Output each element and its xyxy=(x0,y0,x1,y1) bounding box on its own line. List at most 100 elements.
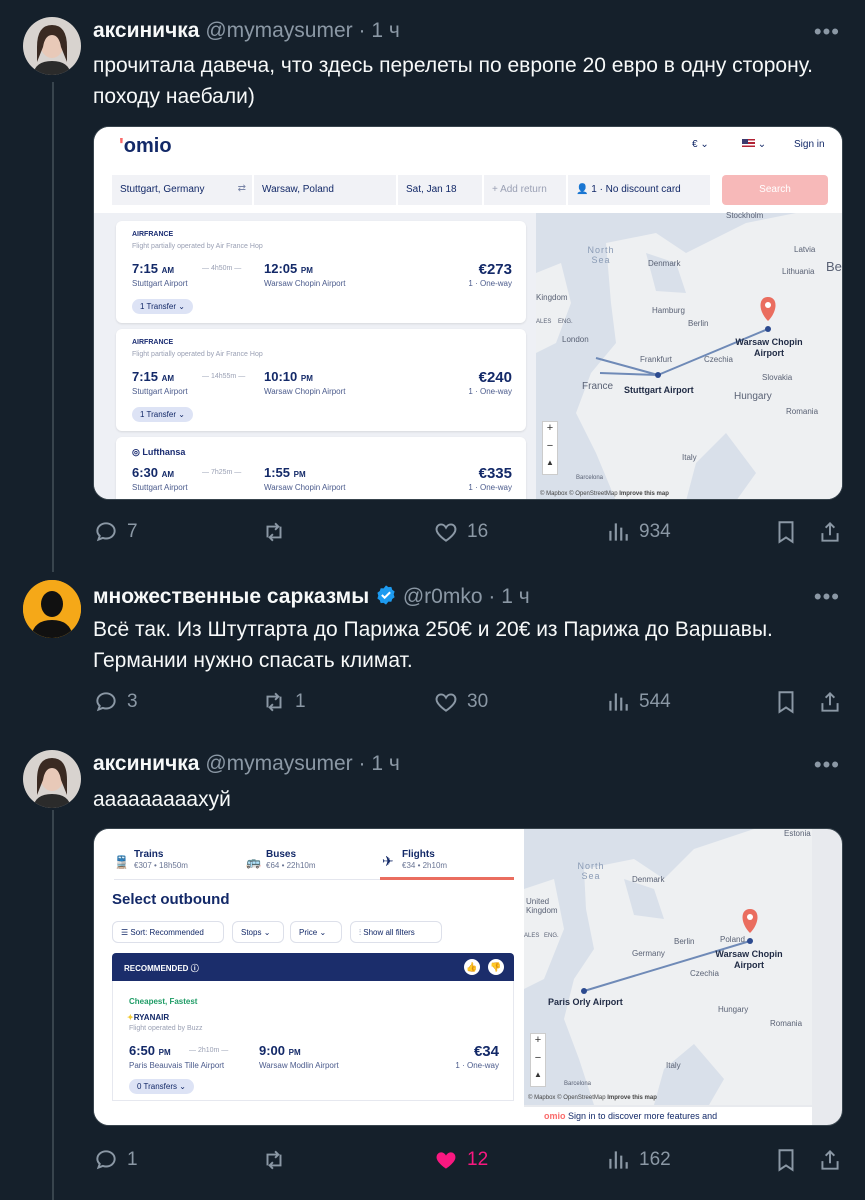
return-field[interactable]: + Add return xyxy=(484,175,566,205)
retweet-button[interactable]: 1 xyxy=(261,689,306,715)
signin-link[interactable]: Sign in xyxy=(794,139,825,150)
thumbs-up-icon[interactable]: 👍 xyxy=(464,959,480,975)
map-label: Romania xyxy=(770,1019,803,1028)
sort-icon: ☰ xyxy=(121,928,129,937)
tweet-2[interactable]: множественные сарказмы @r0mko · 1 ч ••• … xyxy=(0,572,865,742)
improve-map-link[interactable]: Improve this map xyxy=(607,1095,657,1101)
route-map[interactable]: Estonia North Sea Denmark United Kingdom… xyxy=(524,829,812,1105)
tweet-text: Всё так. Из Штутгарта до Парижа 250€ и 2… xyxy=(93,618,773,672)
timestamp[interactable]: 1 ч xyxy=(371,752,399,775)
route-map[interactable]: Stockholm North Sea Denmark Latvia Lithu… xyxy=(536,211,842,499)
timestamp[interactable]: 1 ч xyxy=(501,585,529,608)
zoom-out-button[interactable]: − xyxy=(531,1052,545,1070)
bookmark-button[interactable] xyxy=(773,1147,799,1173)
map-label: Hungary xyxy=(734,391,772,402)
chevron-down-icon: ⌄ xyxy=(178,410,185,419)
omio-logo[interactable]: 'omio xyxy=(119,135,172,158)
zoom-in-button[interactable]: + xyxy=(543,422,557,440)
reply-button[interactable]: 3 xyxy=(93,689,138,715)
avatar[interactable] xyxy=(23,580,81,638)
result-card[interactable]: AIRFRANCE Flight partially operated by A… xyxy=(116,221,526,323)
passenger-field[interactable]: 👤 1 · No discount card xyxy=(568,175,710,205)
media-screenshot-omio[interactable]: 🚆 Trains €307 • 18h50m 🚌 Buses €64 • 22h10m … xyxy=(93,828,843,1126)
tab-trains[interactable]: 🚆 Trains €307 • 18h50m xyxy=(114,849,188,871)
price-filter[interactable]: Price ⌄ xyxy=(290,921,342,943)
retweet-button[interactable] xyxy=(261,519,295,545)
signin-promo[interactable]: omio Sign in to discover more features a… xyxy=(524,1107,812,1125)
tweet-1[interactable]: аксиничка @mymaysumer · 1 ч ••• прочитал… xyxy=(0,0,865,570)
map-label: Romania xyxy=(786,407,819,416)
departure-time: 6:30 AM xyxy=(132,465,175,480)
like-button[interactable]: 12 xyxy=(433,1147,488,1173)
improve-map-link[interactable]: Improve this map xyxy=(619,491,669,497)
media-screenshot-omio[interactable]: 'omio € ⌄ ⌄ Sign in Stuttgart, Germany ⇄ … xyxy=(93,126,843,500)
thumbs-down-icon[interactable]: 👎 xyxy=(488,959,504,975)
tab-buses[interactable]: 🚌 Buses €64 • 22h10m xyxy=(246,849,316,871)
more-icon[interactable]: ••• xyxy=(814,19,840,45)
passenger-value: 1 · No discount card xyxy=(591,184,681,195)
views-icon xyxy=(609,693,628,711)
bookmark-button[interactable] xyxy=(773,519,799,545)
zoom-out-button[interactable]: − xyxy=(543,440,557,458)
handle[interactable]: @r0mko xyxy=(403,585,483,608)
currency-select[interactable]: € ⌄ xyxy=(692,139,709,150)
omio-search-bar: Stuttgart, Germany ⇄ Warsaw, Poland Sat, … xyxy=(94,171,842,213)
more-icon[interactable]: ••• xyxy=(814,584,840,610)
from-field[interactable]: Stuttgart, Germany ⇄ xyxy=(112,175,252,205)
departure-time: 6:50 PM xyxy=(129,1043,171,1058)
sort-filter[interactable]: ☰ Sort: Recommended xyxy=(112,921,224,943)
zoom-controls[interactable]: + − ▲ xyxy=(542,421,558,475)
avatar[interactable] xyxy=(23,17,81,75)
share-button[interactable] xyxy=(817,689,843,715)
result-card[interactable]: ◎ Lufthansa 6:30 AM — 7h25m — 1:55 PM St… xyxy=(116,437,526,499)
display-name[interactable]: аксиничка xyxy=(93,19,199,42)
share-button[interactable] xyxy=(817,1147,843,1173)
verified-badge-icon[interactable] xyxy=(375,584,397,612)
tab-flights[interactable]: ✈ Flights €34 • 2h10m xyxy=(382,849,447,871)
timestamp[interactable]: 1 ч xyxy=(371,19,399,42)
compass-icon[interactable]: ▲ xyxy=(531,1070,545,1088)
swap-icon[interactable]: ⇄ xyxy=(238,183,246,194)
result-card[interactable]: AIRFRANCE Flight partially operated by A… xyxy=(116,329,526,431)
date-field[interactable]: Sat, Jan 18 xyxy=(398,175,482,205)
share-button[interactable] xyxy=(817,519,843,545)
like-button[interactable]: 30 xyxy=(433,689,488,715)
search-button[interactable]: Search xyxy=(722,175,828,205)
map-label: Estonia xyxy=(784,829,811,838)
avatar[interactable] xyxy=(23,750,81,808)
views-button[interactable]: 162 xyxy=(605,1147,671,1173)
reply-count: 7 xyxy=(127,521,138,542)
map-label: Czechia xyxy=(704,355,733,364)
result-card[interactable]: Cheapest, Fastest ✦RYANAIR Flight operat… xyxy=(112,981,514,1101)
display-name[interactable]: аксиничка xyxy=(93,752,199,775)
zoom-in-button[interactable]: + xyxy=(531,1034,545,1052)
chevron-down-icon: ⌄ xyxy=(263,928,271,937)
info-icon[interactable]: ⓘ xyxy=(191,964,199,973)
transfer-chip[interactable]: 1 Transfer ⌄ xyxy=(132,299,193,314)
zoom-controls[interactable]: + − ▲ xyxy=(530,1033,546,1087)
duration: — 14h55m — xyxy=(202,373,246,380)
chevron-down-icon: ⌄ xyxy=(700,139,709,150)
to-field[interactable]: Warsaw, Poland xyxy=(254,175,396,205)
retweet-button[interactable] xyxy=(261,1147,295,1173)
language-select[interactable]: ⌄ xyxy=(742,139,766,150)
share-icon xyxy=(821,691,839,712)
reply-button[interactable]: 1 xyxy=(93,1147,138,1173)
transfer-chip[interactable]: 0 Transfers ⌄ xyxy=(129,1079,194,1094)
transfer-chip[interactable]: 1 Transfer ⌄ xyxy=(132,407,193,422)
tweet-3[interactable]: аксиничка @mymaysumer · 1 ч ••• аааааааа… xyxy=(0,742,865,1200)
bookmark-button[interactable] xyxy=(773,689,799,715)
more-icon[interactable]: ••• xyxy=(814,752,840,778)
handle[interactable]: @mymaysumer xyxy=(205,752,352,775)
views-button[interactable]: 544 xyxy=(605,689,671,715)
price: €273 xyxy=(478,261,512,278)
compass-icon[interactable]: ▲ xyxy=(543,458,557,476)
like-button[interactable]: 16 xyxy=(433,519,488,545)
next-result-card[interactable] xyxy=(112,1107,514,1125)
all-filters-button[interactable]: ⫶ Show all filters xyxy=(350,921,442,943)
views-button[interactable]: 934 xyxy=(605,519,671,545)
display-name[interactable]: множественные сарказмы xyxy=(93,585,369,608)
stops-filter[interactable]: Stops ⌄ xyxy=(232,921,284,943)
handle[interactable]: @mymaysumer xyxy=(205,19,352,42)
reply-button[interactable]: 7 xyxy=(93,519,138,545)
